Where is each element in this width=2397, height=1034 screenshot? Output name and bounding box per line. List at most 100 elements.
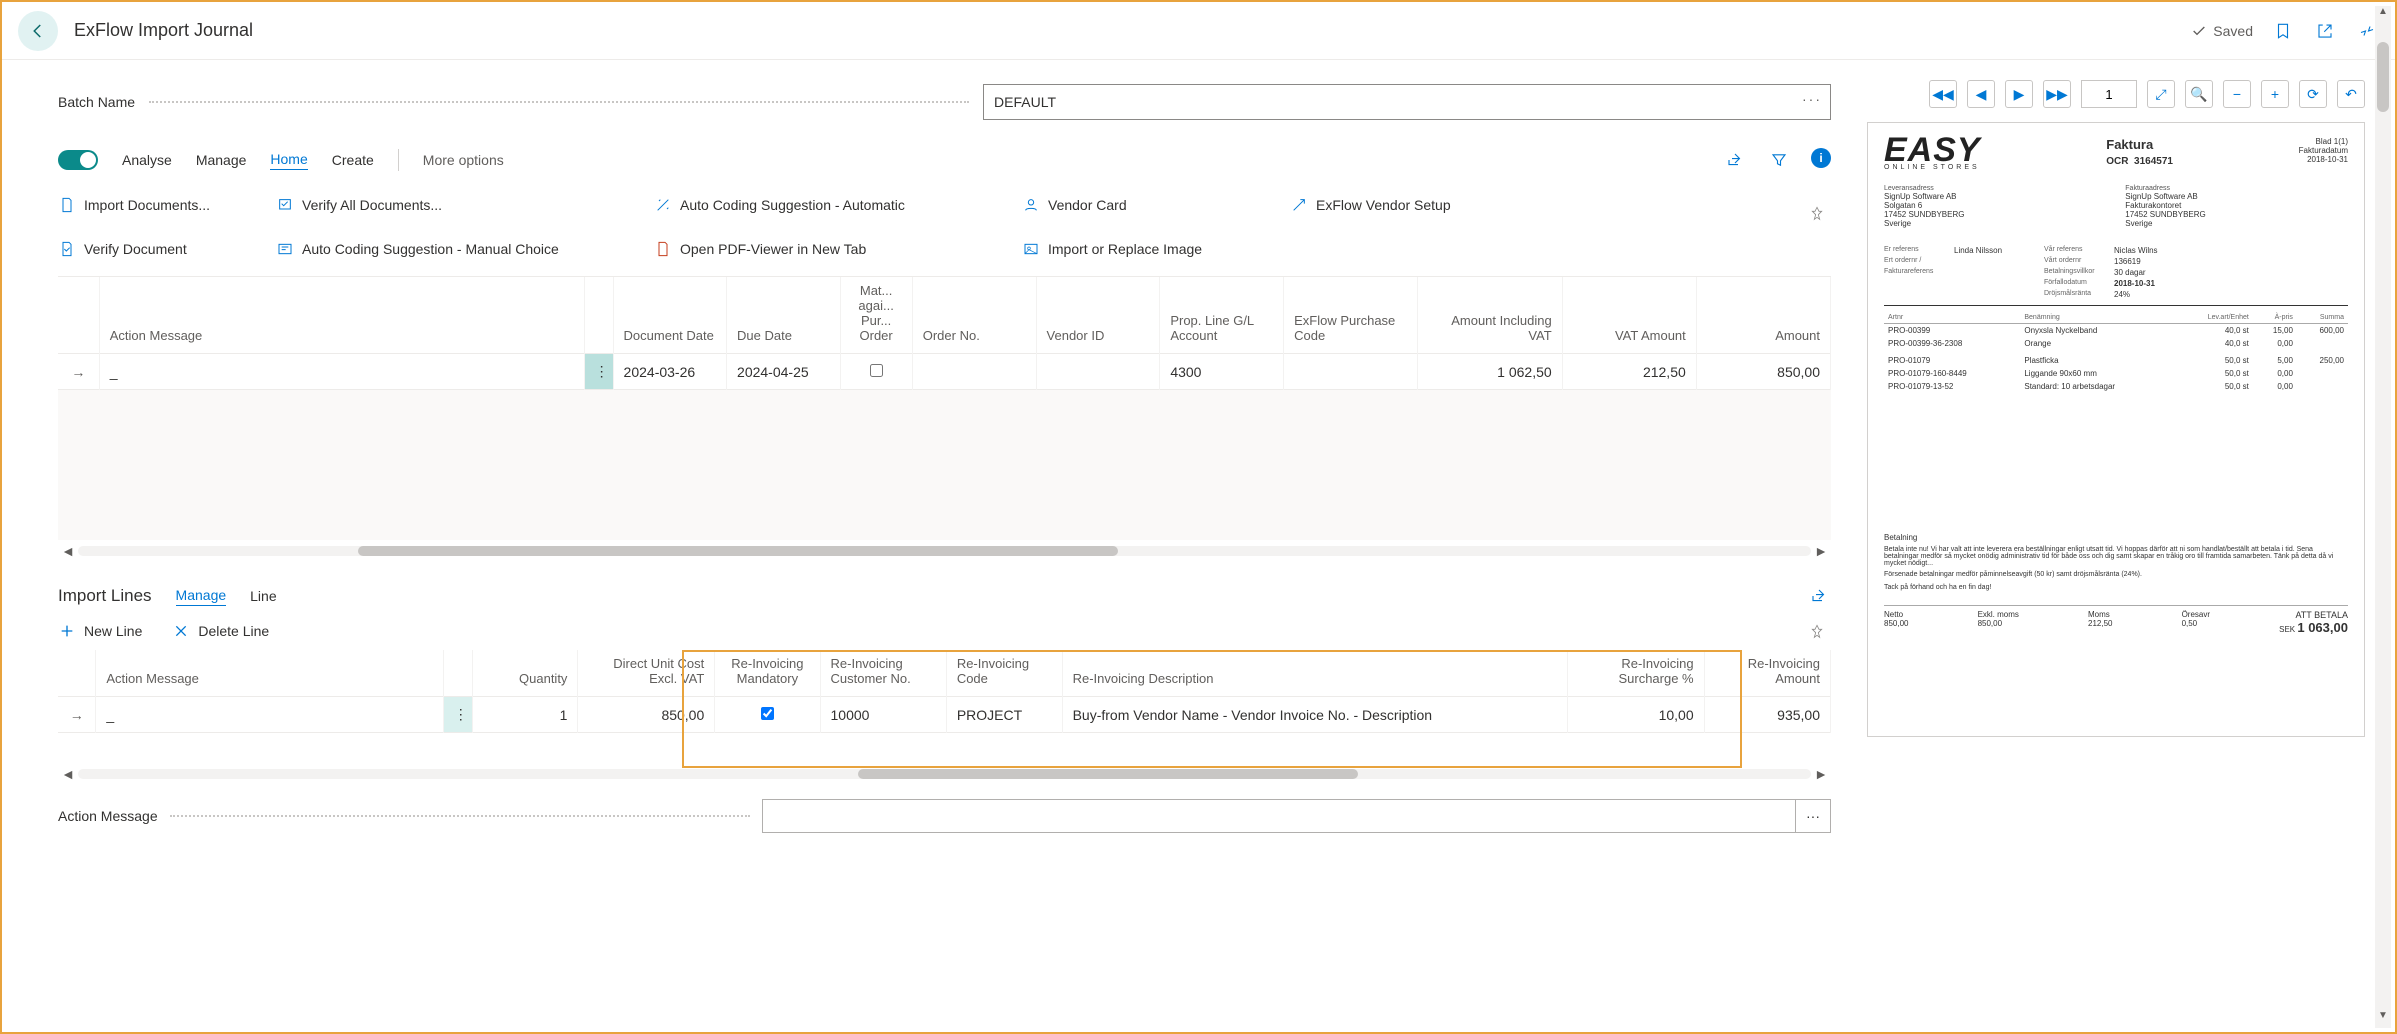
col-order-no[interactable]: Order No.	[912, 277, 1036, 354]
lines-row-menu[interactable]: ⋮	[443, 697, 472, 733]
col-due-date[interactable]: Due Date	[727, 277, 840, 354]
lcell-reinv-desc[interactable]: Buy-from Vendor Name - Vendor Invoice No…	[1062, 697, 1567, 733]
action-auto-coding-manual[interactable]: Auto Coding Suggestion - Manual Choice	[276, 230, 646, 268]
action-verify-document[interactable]: Verify Document	[58, 230, 268, 268]
action-vendor-card[interactable]: Vendor Card	[1022, 186, 1282, 224]
pdf-fit-icon[interactable]: ⤢	[2147, 80, 2175, 108]
lines-hscroll[interactable]: ◄ ►	[58, 763, 1831, 785]
tab-manage[interactable]: Manage	[196, 152, 247, 168]
pin-icon[interactable]	[1809, 206, 1825, 222]
lcell-reinv-customer[interactable]: 10000	[820, 697, 946, 733]
cell-document-date[interactable]: 2024-03-26	[613, 354, 726, 390]
lcol-reinv-amount[interactable]: Re-Invoicing Amount	[1704, 650, 1830, 697]
cell-vendor-id[interactable]	[1036, 354, 1160, 390]
pdf-zoom-icon[interactable]: 🔍	[2185, 80, 2213, 108]
action-exflow-vendor-setup[interactable]: ExFlow Vendor Setup	[1290, 186, 1590, 224]
lines-tab-line[interactable]: Line	[250, 588, 276, 604]
lcol-action-message[interactable]: Action Message	[96, 650, 443, 697]
tab-create[interactable]: Create	[332, 152, 374, 168]
tab-analyse[interactable]: Analyse	[122, 152, 172, 168]
col-vendor-id[interactable]: Vendor ID	[1036, 277, 1160, 354]
back-button[interactable]	[18, 11, 58, 51]
lcell-reinv-amount[interactable]: 935,00	[1704, 697, 1830, 733]
lcell-reinv-mandatory[interactable]	[715, 697, 820, 733]
filter-icon[interactable]	[1767, 148, 1791, 172]
vscroll-thumb[interactable]	[2377, 42, 2389, 112]
footer-action-message-input[interactable]: ···	[762, 799, 1831, 833]
cell-amount[interactable]: 850,00	[1696, 354, 1830, 390]
lines-tab-manage[interactable]: Manage	[176, 587, 227, 606]
lcol-reinv-desc[interactable]: Re-Invoicing Description	[1062, 650, 1567, 697]
pdf-zoom-in[interactable]: +	[2261, 80, 2289, 108]
batch-lookup-button[interactable]: ···	[1802, 91, 1822, 107]
lcol-reinv-code[interactable]: Re-Invoicing Code	[946, 650, 1062, 697]
pdf-prev-page[interactable]: ◀	[1967, 80, 1995, 108]
vscroll-down-icon[interactable]: ▼	[2375, 1010, 2391, 1028]
scroll-thumb[interactable]	[358, 546, 1118, 556]
bookmark-icon[interactable]	[2271, 19, 2295, 43]
cell-due-date[interactable]: 2024-04-25	[727, 354, 840, 390]
action-import-replace-image[interactable]: Import or Replace Image	[1022, 230, 1282, 268]
grid-row[interactable]: → _ ⋮ 2024-03-26 2024-04-25 4300 1 062,5…	[58, 354, 1831, 390]
tab-home[interactable]: Home	[270, 151, 307, 170]
info-icon[interactable]: i	[1811, 148, 1831, 168]
col-action-message[interactable]: Action Message	[99, 277, 584, 354]
cell-match-order[interactable]	[840, 354, 912, 390]
lines-row-selector[interactable]: →	[58, 697, 96, 733]
window-vscroll[interactable]: ▲ ▼	[2375, 6, 2391, 1028]
cell-exflow-code[interactable]	[1284, 354, 1418, 390]
lcell-action-message[interactable]: _	[96, 697, 443, 733]
cell-order-no[interactable]	[912, 354, 1036, 390]
cell-vat-amount[interactable]: 212,50	[1562, 354, 1696, 390]
pdf-page-input[interactable]	[2081, 80, 2137, 108]
lcol-reinv-mandatory[interactable]: Re-Invoicing Mandatory	[715, 650, 820, 697]
pdf-refresh-icon[interactable]: ⟳	[2299, 80, 2327, 108]
pin-lines-icon[interactable]	[1809, 624, 1825, 640]
pdf-next-page[interactable]: ▶	[2005, 80, 2033, 108]
action-new-line[interactable]: New Line	[58, 622, 142, 640]
col-exflow-code[interactable]: ExFlow Purchase Code	[1284, 277, 1418, 354]
scroll-right-icon[interactable]: ►	[1811, 543, 1831, 559]
action-verify-all[interactable]: Verify All Documents...	[276, 186, 646, 224]
batch-name-input[interactable]: DEFAULT ···	[983, 84, 1831, 120]
pdf-undo-icon[interactable]: ↶	[2337, 80, 2365, 108]
pdf-zoom-out[interactable]: −	[2223, 80, 2251, 108]
lines-scroll-right-icon[interactable]: ►	[1811, 766, 1831, 782]
row-selector[interactable]: →	[58, 354, 99, 390]
row-menu-button[interactable]: ⋮	[584, 354, 613, 390]
cell-amount-incl-vat[interactable]: 1 062,50	[1418, 354, 1562, 390]
reinv-mandatory-checkbox[interactable]	[761, 707, 774, 720]
action-import-documents[interactable]: Import Documents...	[58, 186, 268, 224]
action-open-pdf[interactable]: Open PDF-Viewer in New Tab	[654, 230, 1014, 268]
lines-scroll-thumb[interactable]	[858, 769, 1358, 779]
analyse-toggle[interactable]	[58, 150, 98, 170]
lines-scroll-left-icon[interactable]: ◄	[58, 766, 78, 782]
action-delete-line[interactable]: Delete Line	[172, 622, 269, 640]
pdf-first-page[interactable]: ◀◀	[1929, 80, 1957, 108]
grid-hscroll[interactable]: ◄ ►	[58, 540, 1831, 562]
action-auto-coding-auto[interactable]: Auto Coding Suggestion - Automatic	[654, 186, 1014, 224]
lcol-direct-unit-cost[interactable]: Direct Unit Cost Excl. VAT	[578, 650, 715, 697]
lcell-reinv-code[interactable]: PROJECT	[946, 697, 1062, 733]
col-amount[interactable]: Amount	[1696, 277, 1830, 354]
lcell-reinv-surcharge[interactable]: 10,00	[1567, 697, 1704, 733]
vscroll-up-icon[interactable]: ▲	[2375, 6, 2391, 24]
col-document-date[interactable]: Document Date	[613, 277, 726, 354]
cell-action-message[interactable]: _	[99, 354, 584, 390]
share-lines-icon[interactable]	[1807, 584, 1831, 608]
share-icon[interactable]	[1723, 148, 1747, 172]
footer-lookup-button[interactable]: ···	[1795, 799, 1831, 833]
lcol-quantity[interactable]: Quantity	[473, 650, 578, 697]
lines-row[interactable]: → _ ⋮ 1 850,00 10000 PROJECT Buy-from Ve…	[58, 697, 1831, 733]
tab-more-options[interactable]: More options	[423, 152, 504, 168]
pdf-last-page[interactable]: ▶▶	[2043, 80, 2071, 108]
match-order-checkbox[interactable]	[870, 364, 883, 377]
lcol-reinv-surcharge[interactable]: Re-Invoicing Surcharge %	[1567, 650, 1704, 697]
popout-icon[interactable]	[2313, 19, 2337, 43]
col-amount-incl-vat[interactable]: Amount Including VAT	[1418, 277, 1562, 354]
scroll-left-icon[interactable]: ◄	[58, 543, 78, 559]
cell-prop-gl[interactable]: 4300	[1160, 354, 1284, 390]
col-vat-amount[interactable]: VAT Amount	[1562, 277, 1696, 354]
col-prop-gl[interactable]: Prop. Line G/L Account	[1160, 277, 1284, 354]
lcol-reinv-customer[interactable]: Re-Invoicing Customer No.	[820, 650, 946, 697]
